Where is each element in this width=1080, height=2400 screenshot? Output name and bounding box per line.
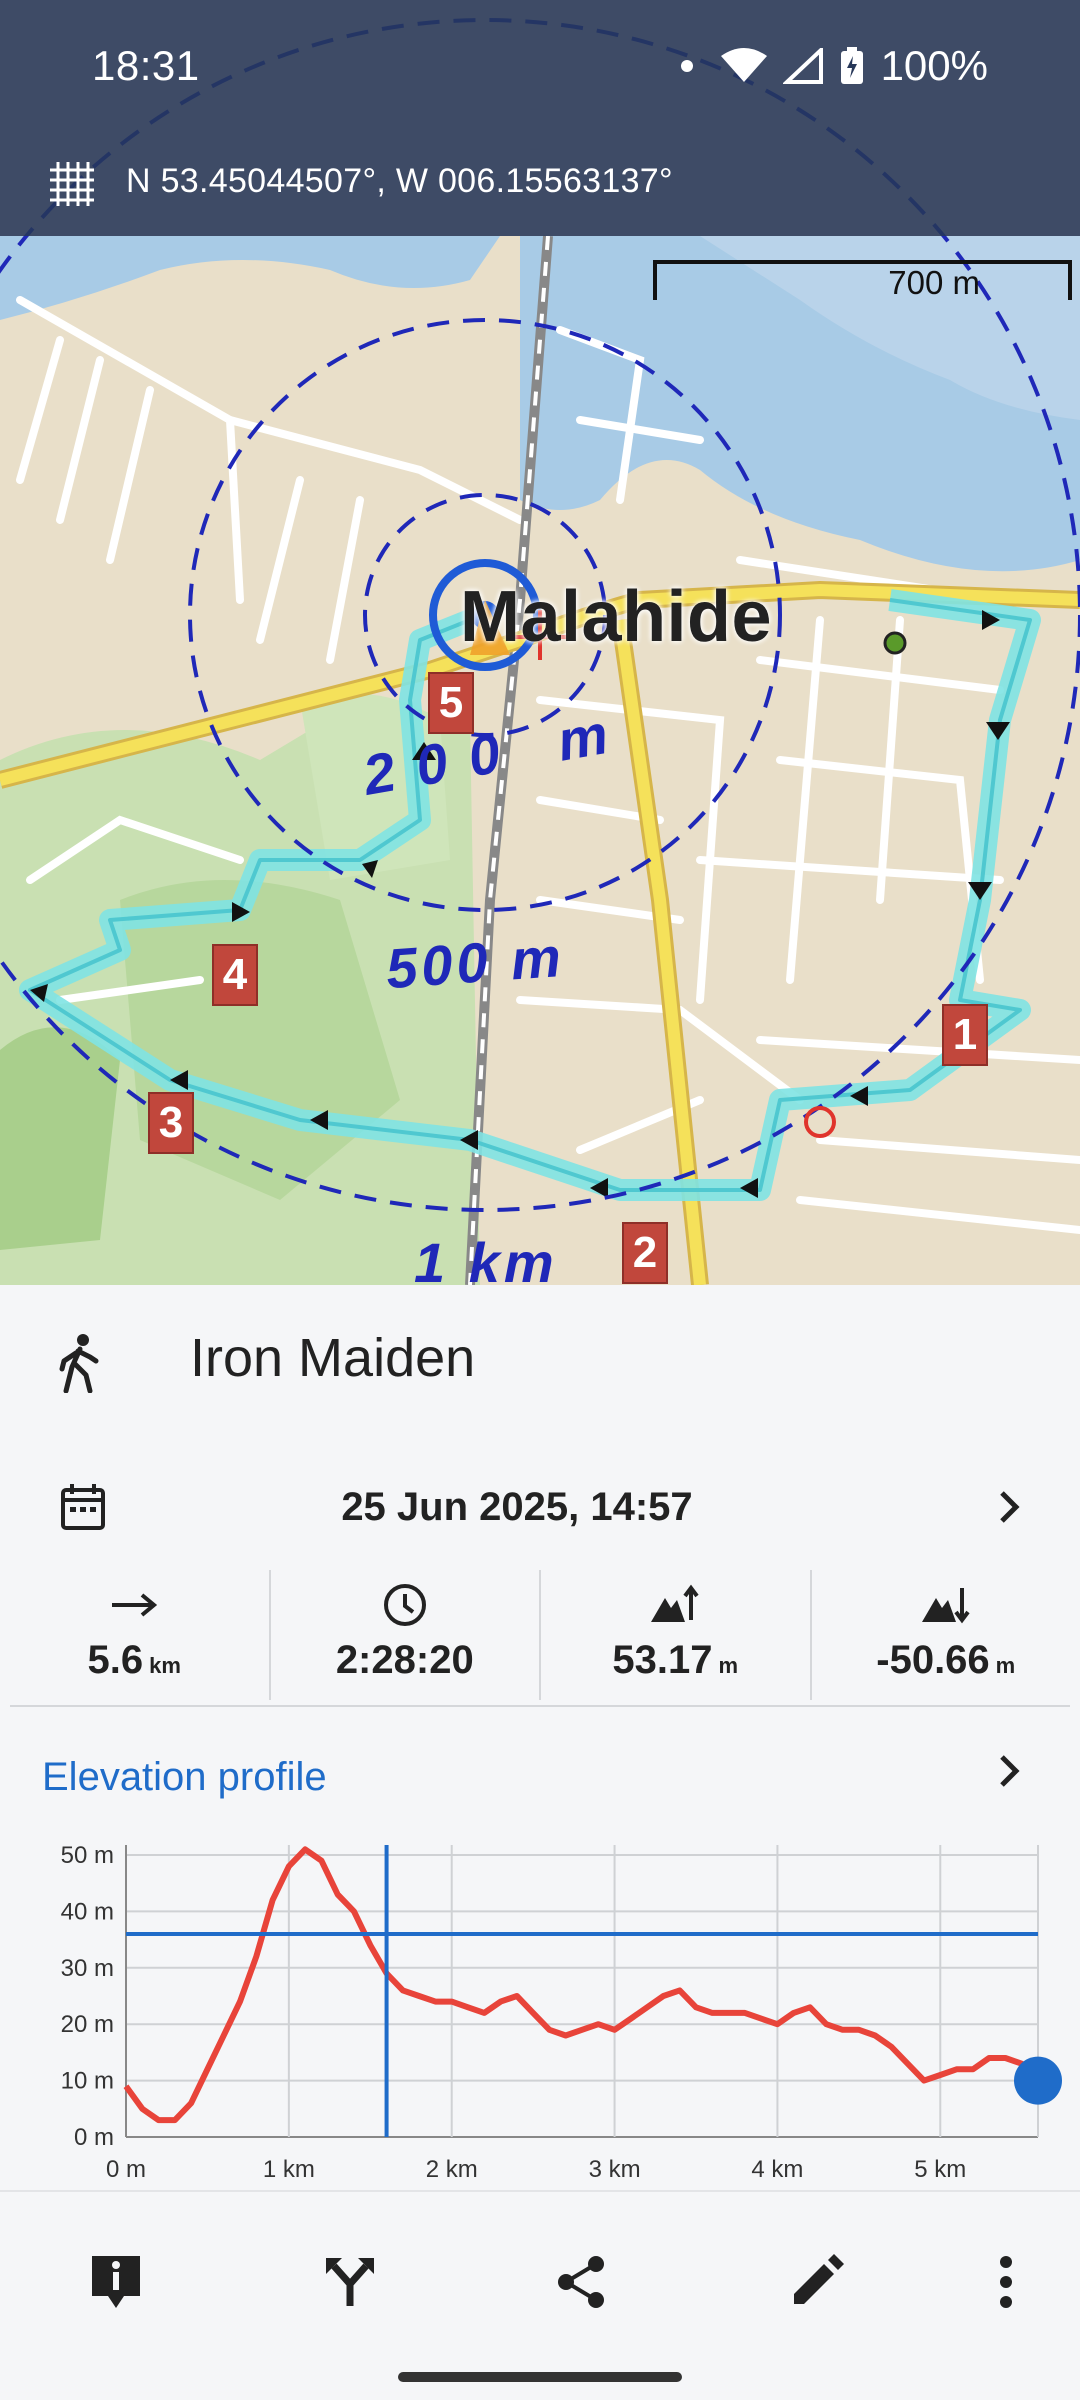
y-tick-label: 20 m — [61, 2011, 114, 2038]
x-tick-label: 4 km — [751, 2156, 803, 2183]
home-indicator[interactable] — [398, 2372, 682, 2382]
signal-icon — [782, 48, 823, 84]
x-tick-label: 2 km — [426, 2156, 478, 2183]
track-header[interactable]: Iron Maiden — [0, 1285, 1080, 1435]
waypoint-marker[interactable]: 4 — [212, 944, 258, 1006]
track-date: 25 Jun 2025, 14:57 — [341, 1485, 693, 1529]
chart-end-marker — [1014, 2056, 1062, 2105]
x-tick-label: 5 km — [914, 2156, 966, 2183]
edit-icon — [794, 2254, 844, 2304]
battery-charging-icon — [840, 47, 863, 84]
y-tick-label: 0 m — [74, 2124, 114, 2151]
bottom-toolbar — [0, 2190, 1080, 2400]
track-name: Iron Maiden — [190, 1328, 476, 1388]
route-fork-icon — [326, 2258, 374, 2306]
distance-arrow-icon — [112, 1593, 158, 1617]
grid-icon[interactable] — [46, 158, 98, 210]
share-button[interactable] — [542, 2242, 622, 2322]
battery-percent: 100% — [880, 42, 988, 89]
stat-duration: 2:28:20 — [268, 1570, 540, 1700]
stat-distance-value: 5.6 — [87, 1638, 144, 1682]
more-button[interactable] — [966, 2242, 1046, 2322]
clock-icon — [383, 1584, 426, 1626]
y-tick-label: 50 m — [61, 1842, 114, 1869]
map-scale-label: 700 m — [888, 264, 980, 301]
coordinate-text: N 53.45044507°, W 006.15563137° — [126, 162, 673, 200]
stat-distance: 5.6 km — [0, 1570, 269, 1700]
date-row[interactable]: 25 Jun 2025, 14:57 — [0, 1455, 1080, 1565]
notification-dot-icon — [680, 60, 693, 72]
info-icon — [92, 2256, 140, 2308]
y-tick-label: 40 m — [61, 1898, 114, 1925]
x-tick-label: 3 km — [589, 2156, 641, 2183]
analyze-button[interactable] — [310, 2242, 390, 2322]
divider — [10, 1705, 1070, 1707]
more-vertical-icon — [1000, 2256, 1012, 2308]
stat-distance-unit: km — [149, 1653, 181, 1678]
stat-ascent-value: 53.17 — [612, 1638, 713, 1682]
track-details-sheet: Iron Maiden 25 Jun 2025, 14:57 5.6 km 2:… — [0, 1285, 1080, 2190]
map-view[interactable]: 18:31 100% N 53.45044507°, W 006.1556313… — [0, 0, 1080, 1285]
stat-ascent-unit: m — [718, 1653, 739, 1678]
edit-button[interactable] — [776, 2242, 856, 2322]
ascent-icon — [651, 1584, 699, 1622]
stat-descent: -50.66 m — [809, 1570, 1080, 1700]
stat-descent-unit: m — [995, 1653, 1016, 1678]
waypoint-marker[interactable]: 5 — [428, 672, 474, 734]
share-icon — [558, 2256, 604, 2308]
coordinate-bar[interactable]: N 53.45044507°, W 006.15563137° — [0, 130, 1080, 236]
y-tick-label: 10 m — [61, 2068, 114, 2095]
ring-label-500m: 500 m — [384, 924, 567, 1001]
waypoint-marker[interactable]: 1 — [942, 1004, 988, 1066]
walking-icon — [59, 1334, 99, 1393]
stat-descent-value: -50.66 — [876, 1638, 990, 1682]
town-label: Malahide — [460, 577, 773, 657]
x-tick-label: 0 m — [106, 2156, 146, 2183]
map-scale-bar: 700 m — [650, 256, 1070, 308]
elevation-line — [123, 1846, 1041, 2124]
stat-ascent: 53.17 m — [539, 1570, 810, 1700]
waypoint-marker[interactable]: 2 — [622, 1222, 668, 1284]
descent-icon — [921, 1588, 970, 1624]
chevron-right-icon[interactable] — [994, 1751, 1024, 1791]
wifi-icon — [720, 48, 767, 82]
elevation-chart[interactable]: 50 m 40 m 30 m 20 m 10 m 0 m 0 m 1 km 2 km 3 km 4… — [0, 1825, 1080, 2195]
chevron-right-icon[interactable] — [994, 1487, 1024, 1527]
elevation-profile-title[interactable]: Elevation profile — [42, 1755, 327, 1800]
status-time: 18:31 — [92, 42, 200, 89]
waypoint-marker[interactable]: 3 — [148, 1092, 194, 1154]
y-tick-label: 30 m — [61, 1955, 114, 1982]
status-icons: 100% — [680, 42, 988, 90]
info-button[interactable] — [76, 2242, 156, 2322]
ring-label-1km: 1 km — [414, 1231, 558, 1285]
stat-duration-value: 2:28:20 — [335, 1638, 474, 1682]
x-tick-label: 1 km — [263, 2156, 315, 2183]
track-stats: 5.6 km 2:28:20 53.17 m -50.66 m — [0, 1570, 1080, 1700]
status-bar: 18:31 100% — [0, 0, 1080, 130]
